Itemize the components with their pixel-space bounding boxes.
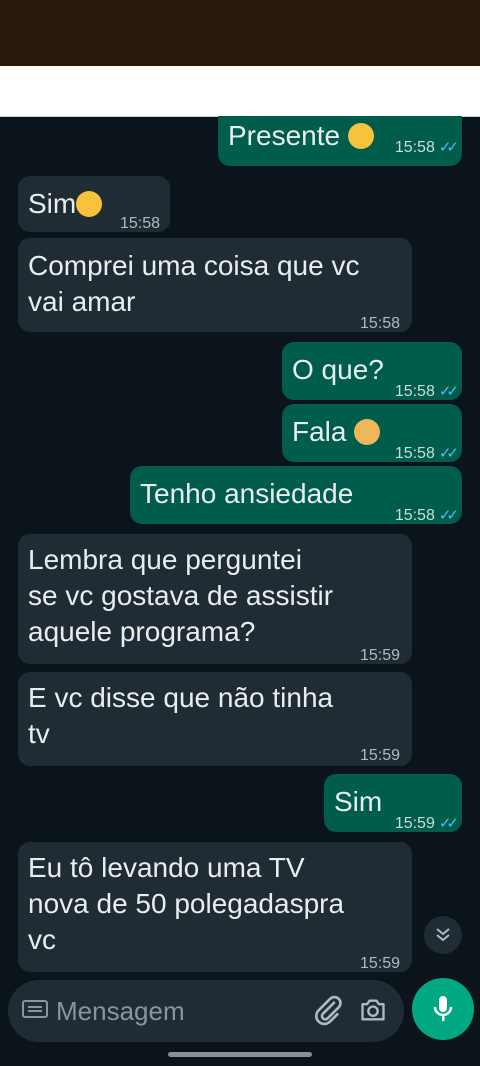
message-time: 15:59 [359, 747, 400, 764]
scroll-down-button[interactable] [424, 916, 462, 954]
message-text: Sim [28, 188, 77, 219]
message-text: Fala [292, 416, 355, 447]
message-input[interactable]: Mensagem [56, 996, 185, 1027]
emoji-icon [354, 418, 381, 445]
double-chevron-down-icon [436, 928, 450, 942]
mic-button[interactable] [412, 978, 474, 1040]
home-indicator[interactable] [168, 1052, 312, 1057]
message-text: Sim [334, 786, 383, 817]
message-composer[interactable]: Mensagem [8, 980, 404, 1042]
message-time: 15:58 [394, 507, 435, 524]
chat-area[interactable]: Presente 15:58 ✓✓ Sim 15:58 Comprei uma c… [0, 116, 480, 976]
message-bubble-outgoing[interactable]: Fala 15:58 ✓✓ [282, 404, 462, 462]
message-time: 15:58 [359, 315, 400, 332]
read-check-icon: ✓✓ [438, 815, 459, 832]
message-text: Eu tô levando uma TV nova de 50 polegada… [28, 852, 345, 955]
message-text: Presente [228, 120, 348, 151]
read-check-icon: ✓✓ [438, 445, 459, 462]
message-bubble-outgoing[interactable]: Sim 15:59 ✓✓ [324, 774, 462, 832]
message-text: Comprei uma coisa que vc vai amar [28, 250, 360, 317]
keyboard-icon[interactable] [22, 1000, 48, 1018]
read-check-icon: ✓✓ [438, 139, 459, 156]
message-bubble-incoming[interactable]: E vc disse que não tinha tv 15:59 [18, 672, 412, 766]
message-bubble-outgoing[interactable]: Presente 15:58 ✓✓ [218, 116, 462, 166]
message-text: Lembra que perguntei se vc gostava de as… [28, 544, 334, 647]
message-time: 15:59 [359, 647, 400, 664]
message-time: 15:59 [359, 955, 400, 972]
message-bubble-incoming[interactable]: Eu tô levando uma TV nova de 50 polegada… [18, 842, 412, 972]
emoji-icon [347, 122, 374, 149]
message-bubble-incoming[interactable]: Sim 15:58 [18, 176, 170, 232]
emoji-icon [76, 190, 103, 217]
read-check-icon: ✓✓ [438, 383, 459, 400]
attach-icon[interactable] [312, 994, 344, 1026]
message-bubble-incoming[interactable]: Lembra que perguntei se vc gostava de as… [18, 534, 412, 664]
message-time: 15:58 [119, 215, 160, 232]
message-bubble-outgoing[interactable]: Tenho ansiedade 15:58 ✓✓ [130, 466, 462, 524]
message-time: 15:58 [394, 445, 435, 462]
message-time: 15:58 [394, 383, 435, 400]
header-bar [0, 66, 480, 117]
read-check-icon: ✓✓ [438, 507, 459, 524]
message-time: 15:58 [394, 139, 435, 156]
mic-icon [433, 996, 453, 1021]
camera-icon[interactable] [358, 996, 388, 1024]
message-text: O que? [292, 354, 384, 385]
message-bubble-incoming[interactable]: Comprei uma coisa que vc vai amar 15:58 [18, 238, 412, 332]
status-bar [0, 0, 480, 66]
message-text: Tenho ansiedade [140, 478, 354, 509]
message-time: 15:59 [394, 815, 435, 832]
message-bubble-outgoing[interactable]: O que? 15:58 ✓✓ [282, 342, 462, 400]
message-text: E vc disse que não tinha tv [28, 682, 334, 749]
